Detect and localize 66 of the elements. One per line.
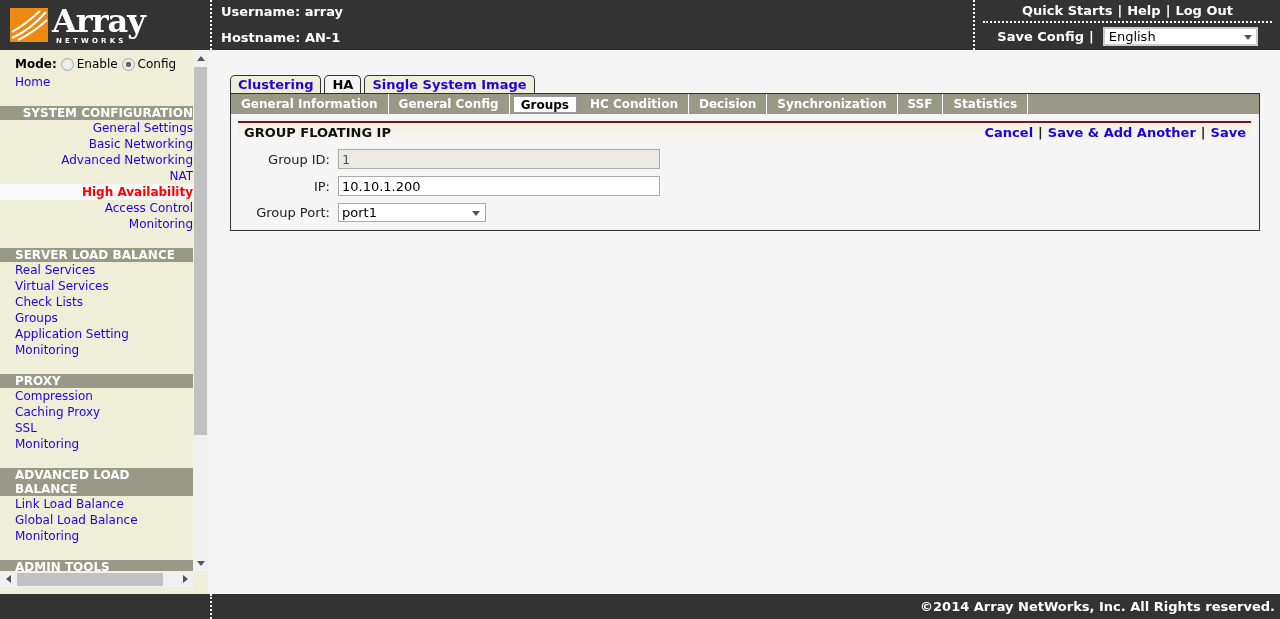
arrow-right-icon [180,575,189,583]
caret-down-icon [196,558,205,567]
nav-link[interactable]: Monitoring [0,528,193,544]
action-link[interactable]: Save & Add Another [1047,125,1196,140]
nav-link[interactable]: Monitoring [0,436,193,452]
tab[interactable]: Single System Image [364,75,535,93]
hostname-text: Hostname: AN-1 [221,30,342,45]
nav-link[interactable]: SSL [0,420,193,436]
radio-label[interactable]: Enable [76,57,118,71]
section-heading: ADVANCED LOAD BALANCE [0,468,193,496]
nav-link[interactable]: Basic Networking [0,136,193,152]
separator: | [1165,3,1171,18]
header-link[interactable]: Log Out [1175,3,1233,18]
brand-name: Array [52,5,145,37]
field-label: Group Port: [255,205,330,220]
radio-button[interactable] [60,57,74,71]
save-config-link[interactable]: Save Config [997,29,1084,44]
caret-down-icon [1243,32,1252,41]
username-text: Username: array [221,4,345,19]
panel-title: GROUP FLOATING IP [244,125,391,140]
separator: | [1200,125,1206,140]
action-link[interactable]: Save [1210,125,1246,140]
nav-link[interactable]: Monitoring [0,342,193,358]
section-heading: PROXY [0,374,193,388]
header-link[interactable]: Help [1127,3,1161,18]
home-link[interactable]: Home [0,74,193,90]
caret-down-icon [472,208,480,217]
radio-button[interactable] [121,57,135,71]
nav-link[interactable]: Global Load Balance [0,512,193,528]
section-heading: SERVER LOAD BALANCE [0,248,193,262]
nav-link[interactable]: Virtual Services [0,278,193,294]
tab[interactable]: HA [324,75,362,93]
separator: | [1038,125,1043,140]
nav-link[interactable]: Check Lists [0,294,193,310]
nav-link[interactable]: Access Control [0,200,193,216]
header-link[interactable]: Quick Starts [1022,3,1113,18]
horizontal-scrollbar[interactable] [0,571,193,587]
nav-link[interactable]: Advanced Networking [0,152,193,168]
nav-link[interactable]: Groups [0,310,193,326]
nav-link[interactable]: Caching Proxy [0,404,193,420]
arrow-left-icon [4,575,13,583]
vertical-scrollbar[interactable] [193,50,208,571]
port-select[interactable]: port1 [338,203,486,222]
action-link[interactable]: Cancel [984,125,1034,140]
radio-label[interactable]: Config [137,57,177,71]
copyright-text: ©2014 Array NetWorks, Inc. All Rights reserved. [919,598,1276,616]
separator: | [1117,3,1123,18]
nav-link[interactable]: Real Services [0,262,193,278]
logo-icon [10,8,48,42]
nav-link[interactable]: High Availability [0,184,193,200]
subtab[interactable]: Groups [512,96,577,113]
nav-link[interactable]: General Settings [0,120,193,136]
section-heading: SYSTEM CONFIGURATION [0,106,193,120]
input-field[interactable]: 10.10.1.200 [338,176,660,196]
mode-label: Mode: [15,57,57,71]
language-select[interactable]: English [1102,27,1258,46]
nav-link[interactable]: Application Setting [0,326,193,342]
field-label: Group ID: [267,151,330,167]
tab[interactable]: Clustering [230,75,322,93]
separator: | [1088,29,1094,44]
nav-link[interactable]: NAT [0,168,193,184]
nav-link[interactable]: Monitoring [0,216,193,232]
nav-link[interactable]: Link Load Balance [0,496,193,512]
field-label: IP: [312,178,330,194]
nav-link[interactable]: Compression [0,388,193,404]
caret-up-icon [196,54,205,63]
